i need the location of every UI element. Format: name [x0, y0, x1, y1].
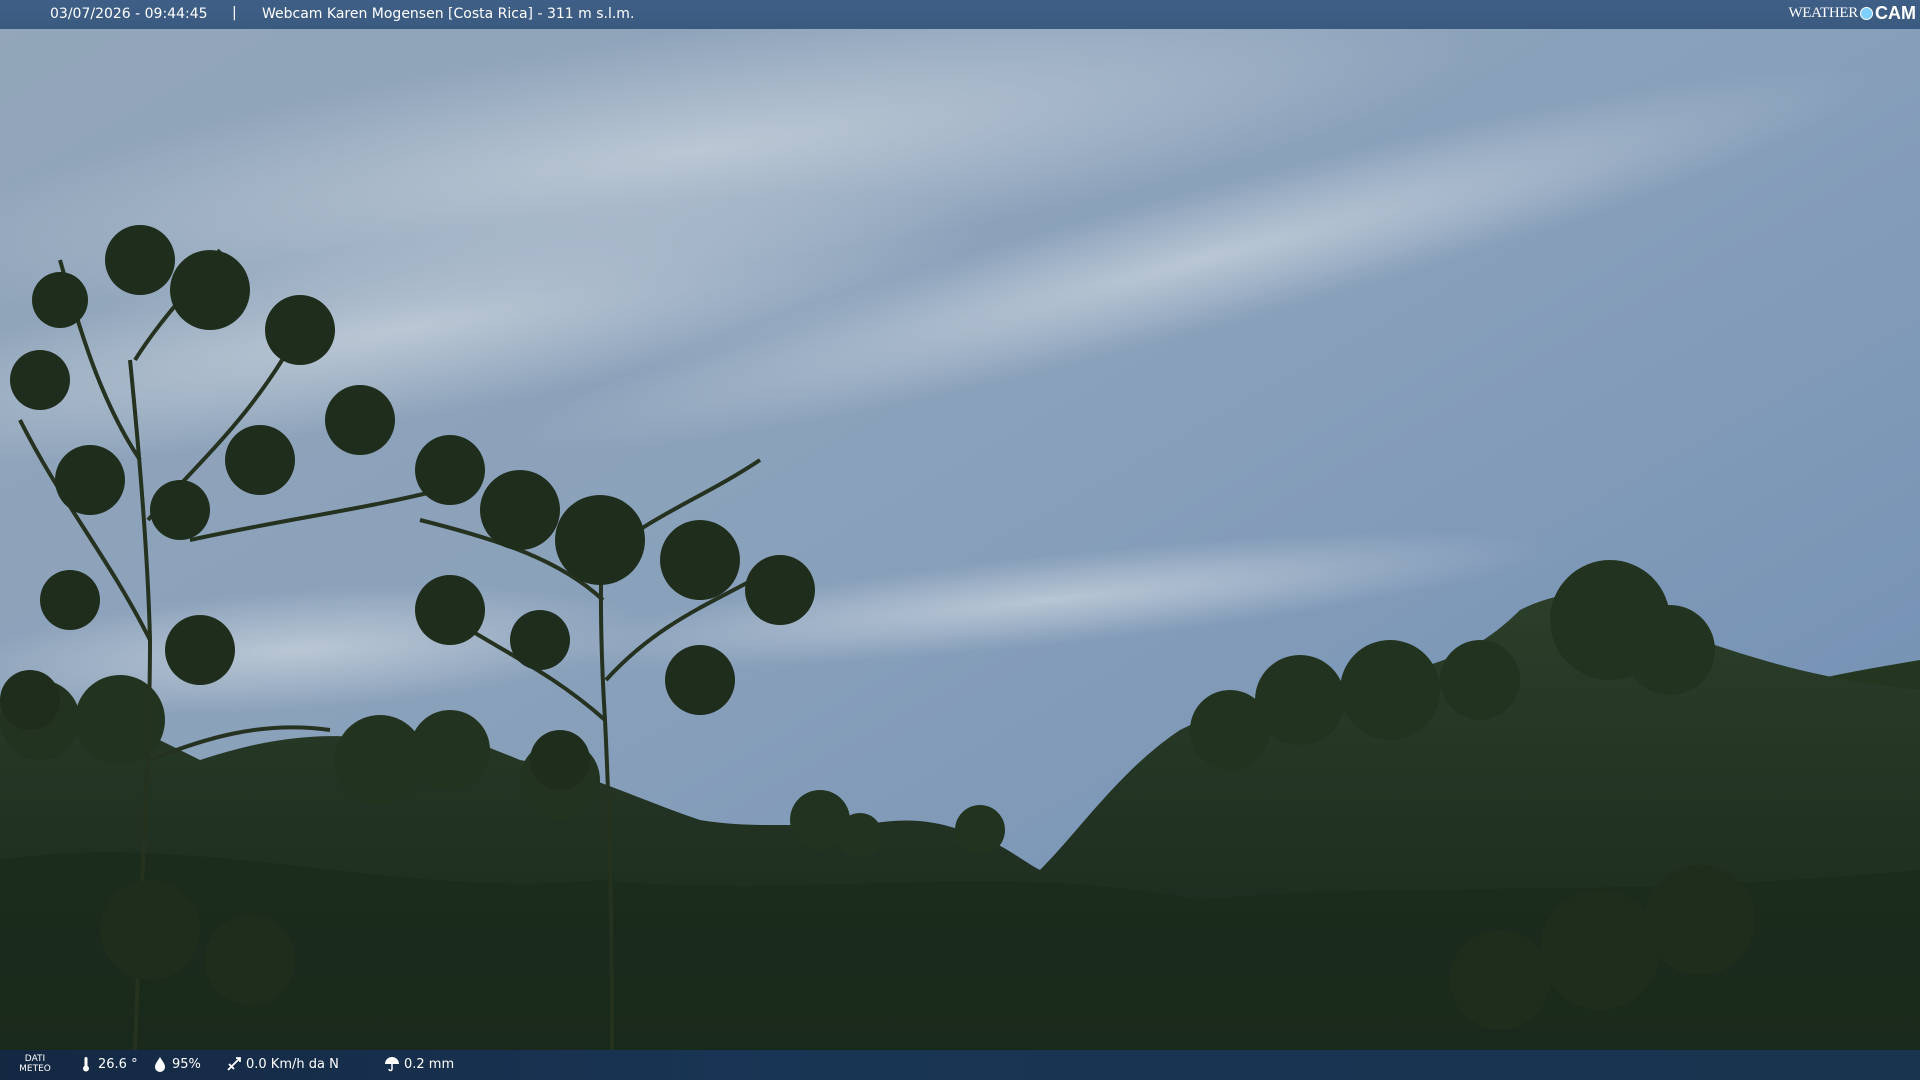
wind-value: 0.0 Km/h da N [246, 1056, 339, 1072]
temperature-value: 26.6 ° [98, 1056, 138, 1072]
wind-reading: 0.0 Km/h da N [226, 1056, 339, 1072]
weather-label-line2: METEO [19, 1064, 51, 1074]
logo-cam: CAM [1875, 3, 1916, 23]
separator: | [232, 5, 237, 21]
rain-reading: 0.2 mm [384, 1056, 454, 1072]
weather-data-bar: DATI METEO 26.6 ° 95% 0.0 Km/h da N 0.2 … [0, 1050, 1920, 1080]
humidity-value: 95% [172, 1056, 201, 1072]
timestamp: 03/07/2026 - 09:44:45 [50, 6, 208, 22]
wind-vane-icon [227, 1057, 241, 1071]
webcam-title: Webcam Karen Mogensen [Costa Rica] - 311… [262, 6, 635, 22]
weather-label: DATI METEO [18, 1054, 52, 1074]
rain-value: 0.2 mm [404, 1056, 455, 1072]
humidity-drop-icon [155, 1057, 165, 1072]
temperature-reading: 26.6 ° [78, 1056, 138, 1072]
logo-dot-icon [1860, 7, 1873, 20]
umbrella-icon [385, 1057, 399, 1072]
webcam-image [0, 0, 1920, 1080]
top-info-bar: 03/07/2026 - 09:44:45 | Webcam Karen Mog… [0, 0, 1920, 29]
humidity-reading: 95% [152, 1056, 201, 1072]
weather-label-line1: DATI [24, 1054, 46, 1064]
thermometer-icon [83, 1057, 89, 1072]
weathercam-logo: WEATHER CAM [1788, 3, 1916, 24]
logo-word: WEATHER [1788, 5, 1858, 21]
